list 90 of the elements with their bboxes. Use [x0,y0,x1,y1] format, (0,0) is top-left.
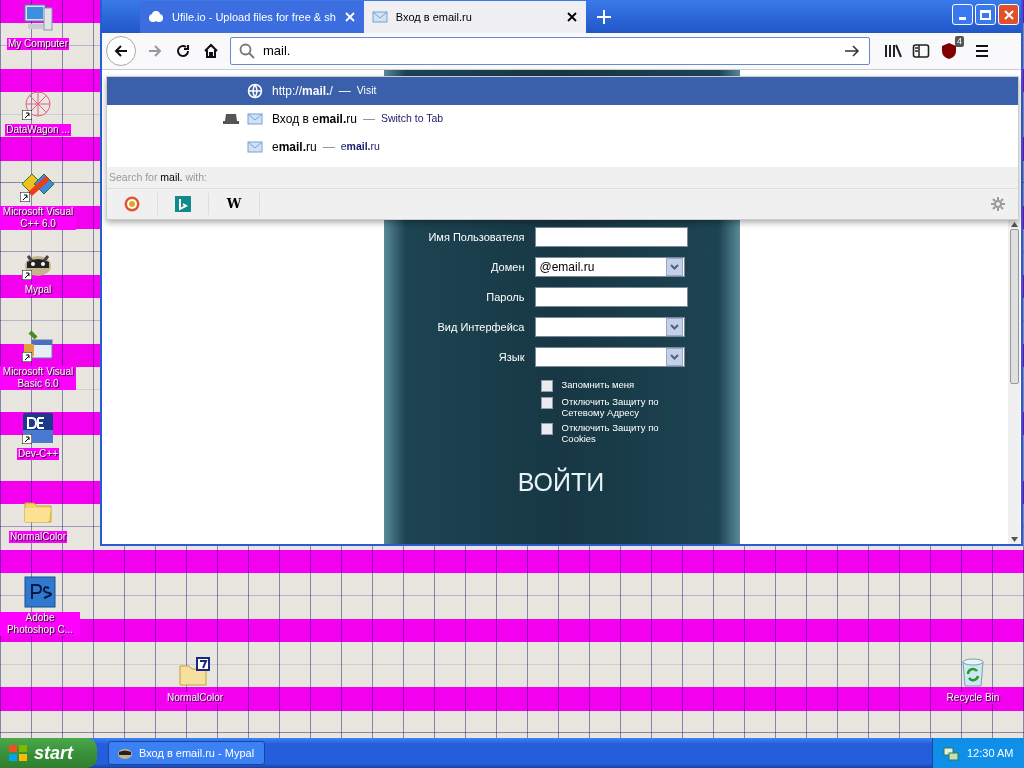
notification-badge: 4 [955,36,964,47]
desktop-icon-label[interactable]: Adobe Photoshop C... [0,612,80,636]
separator-dash: — [362,111,375,128]
new-tab-icon[interactable] [595,9,612,25]
minimize-button[interactable] [952,4,973,25]
close-button[interactable] [998,4,1019,25]
envelope-icon [247,112,263,126]
login-button[interactable]: ВОЙТИ [517,464,605,502]
suggestion-row[interactable]: Вход в email.ru — Switch to Tab [107,105,1018,133]
field-label: Вид Интерфейса [436,319,525,335]
go-arrow-icon[interactable] [843,43,861,59]
library-icon[interactable] [884,43,902,59]
scroll-up-icon[interactable] [1010,222,1018,227]
dropdown-arrow-button[interactable] [665,258,683,276]
desktop-icon-label[interactable]: DataWagon ... [5,124,71,136]
globe-icon [247,83,263,99]
desktop-icon-label[interactable]: Mypal [23,284,53,296]
start-button[interactable]: start [0,738,97,768]
clock: 12:30 AM [967,745,1014,761]
taskbar-button[interactable]: Вход в email.ru - Mypal [108,741,265,765]
browser-tab[interactable]: Ufile.io - Upload files for free & sh [140,1,364,33]
desktop-icon-label[interactable]: Dev-C++ [17,448,59,460]
tab-title: Вход в email.ru [395,9,473,25]
desktop-icon-label[interactable]: NormalColor [8,531,68,543]
suggestion-action: Visit [356,83,377,99]
desktop-icon-label[interactable]: Microsoft Visual Basic 6.0 [0,366,76,390]
dropdown-arrow-button[interactable] [665,318,683,336]
select-value: @email.ru [539,259,596,276]
scroll-down-icon[interactable] [1010,537,1018,542]
address-text: mail. [263,42,292,61]
chevron-down-icon [669,324,679,330]
input-field[interactable] [534,227,688,247]
field-label: Имя Пользователя [427,229,525,245]
sidebar-icon[interactable] [912,43,930,59]
chevron-down-icon [669,264,679,270]
checkbox-label: Запомнить меня [561,379,636,390]
field-label: Домен [490,259,525,275]
chevron-down-icon [669,354,679,360]
envelope-icon [247,140,263,154]
checkbox-label: Отключить Защиту по Cookies [561,422,660,444]
maximize-button[interactable] [975,4,996,25]
select-field[interactable] [534,347,685,367]
bing-icon[interactable] [175,196,191,212]
home-icon[interactable] [202,43,220,59]
close-icon[interactable] [565,11,578,23]
suggestion-title: email.ru [272,139,317,156]
suggestion-action: email.ru [340,139,380,155]
forward-icon[interactable] [146,43,164,59]
close-icon [1003,9,1014,20]
reload-icon[interactable] [174,43,192,59]
windows-logo-icon [8,744,28,762]
scrollbar-thumb[interactable] [1009,229,1019,384]
dev-icon [22,412,54,444]
field-label: Пароль [485,289,525,305]
separator-dash: — [322,139,335,156]
tab-favicon-icon [148,10,164,24]
shield-icon[interactable] [940,42,958,60]
select-field[interactable]: @email.ru [534,257,685,277]
tab-favicon-icon [371,10,388,24]
checkbox-label: Отключить Защиту по Сетевому Адресу [561,396,660,418]
suggestion-title: Вход в email.ru [272,111,357,128]
select-field[interactable] [534,317,685,337]
tab-title: Ufile.io - Upload files for free & sh [172,9,336,25]
network-icon[interactable] [943,745,959,761]
browser-tab[interactable]: Вход в email.ru [363,1,586,33]
back-button[interactable] [106,36,136,66]
search-hint: Search for mail. with: [109,169,208,185]
address-field[interactable]: mail. [230,37,870,65]
checkbox[interactable] [540,397,553,409]
desktop-icon-label[interactable]: Microsoft Visual C++ 6.0 [0,206,76,230]
suggestion-row[interactable]: http://mail./ — Visit [107,77,1018,105]
desktop-icon-label[interactable]: Recycle Bin [945,692,1001,704]
desktop-icon-label[interactable]: NormalColor [165,692,225,704]
suggestion-row[interactable]: email.ru — email.ru [107,133,1018,161]
web-icon [22,88,54,120]
back-arrow-icon [113,43,129,59]
dropdown-arrow-button[interactable] [665,348,683,366]
calendar-icon [22,330,54,362]
menu-icon[interactable] [974,43,990,59]
checkbox[interactable] [540,380,553,392]
field-label: Язык [497,349,525,365]
wiki-button[interactable]: W [226,194,242,214]
desktop-icon-label[interactable]: My Computer [7,38,69,50]
checkbox[interactable] [540,423,553,435]
scrollbar[interactable] [1008,220,1020,544]
suggestion-title: http://mail./ [272,83,333,100]
search-icon [239,43,255,59]
separator-dash: — [338,83,351,100]
suggestion-action: Switch to Tab [380,111,444,127]
input-field[interactable] [534,287,688,307]
